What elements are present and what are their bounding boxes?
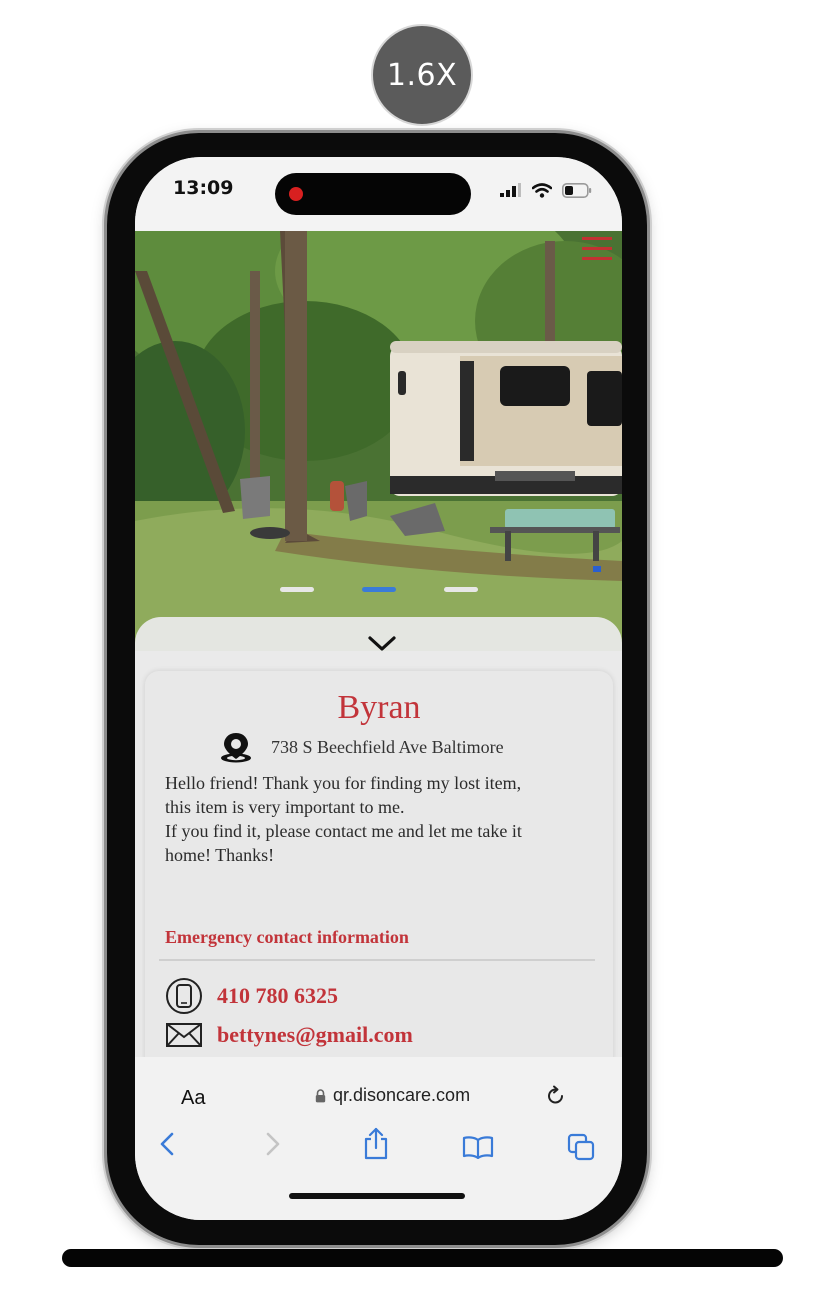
address-text: 738 S Beechfield Ave Baltimore [271,736,504,757]
url-text: qr.disoncare.com [333,1085,471,1105]
message-line: If you find it, please contact me and le… [165,821,522,841]
share-icon[interactable] [362,1127,390,1161]
email-contact-row[interactable]: bettynes@gmail.com [165,1021,413,1049]
owner-message: Hello friend! Thank you for finding my l… [165,771,595,867]
hero-photo[interactable] [135,231,622,651]
message-line: home! Thanks! [165,845,275,865]
phone-icon [166,978,202,1014]
email-link[interactable]: bettynes@gmail.com [217,1022,413,1048]
menu-icon[interactable] [582,237,612,263]
lock-icon [315,1088,326,1102]
recording-indicator [289,187,303,201]
address-row: 738 S Beechfield Ave Baltimore [219,731,504,763]
status-time: 13:09 [173,177,234,199]
carousel-dot-active[interactable] [361,587,396,592]
carousel-indicator [135,587,622,592]
status-icons [500,181,592,199]
bookmarks-icon[interactable] [462,1135,494,1159]
wifi-icon [532,182,552,198]
carousel-dot[interactable] [279,587,314,592]
home-indicator[interactable] [289,1193,465,1199]
status-bar: 13:09 [135,157,622,231]
battery-icon [562,182,592,198]
carousel-dot[interactable] [443,587,478,592]
phone-contact-row[interactable]: 410 780 6325 [165,977,338,1015]
owner-name: Byran [337,689,421,726]
info-sheet: Byran 738 S Beechfield Ave Baltimore Hel… [135,617,622,1071]
video-progress-bar [62,1249,783,1267]
signal-icon [500,183,521,197]
back-icon[interactable] [159,1131,175,1157]
phone-number-link[interactable]: 410 780 6325 [217,983,338,1009]
mail-icon [166,1023,202,1047]
divider [159,959,595,961]
playback-speed-badge: 1.6X [371,24,473,126]
reload-icon[interactable] [545,1085,567,1107]
emergency-contact-heading: Emergency contact information [165,927,409,947]
chevron-down-icon[interactable] [367,635,397,653]
dynamic-island [275,173,471,215]
text-size-button[interactable]: Aa [181,1087,205,1110]
message-line: Hello friend! Thank you for finding my l… [165,773,522,793]
address-bar[interactable]: qr.disoncare.com [315,1085,470,1106]
message-line: this item is very important to me. [165,797,405,817]
phone-screen: 13:09 Byran 738 S Beechfield Ave Baltimo… [135,157,622,1220]
forward-icon[interactable] [265,1131,281,1157]
location-pin-icon [221,733,251,763]
tabs-icon[interactable] [567,1133,595,1161]
owner-card: Byran 738 S Beechfield Ave Baltimore Hel… [145,671,613,1071]
